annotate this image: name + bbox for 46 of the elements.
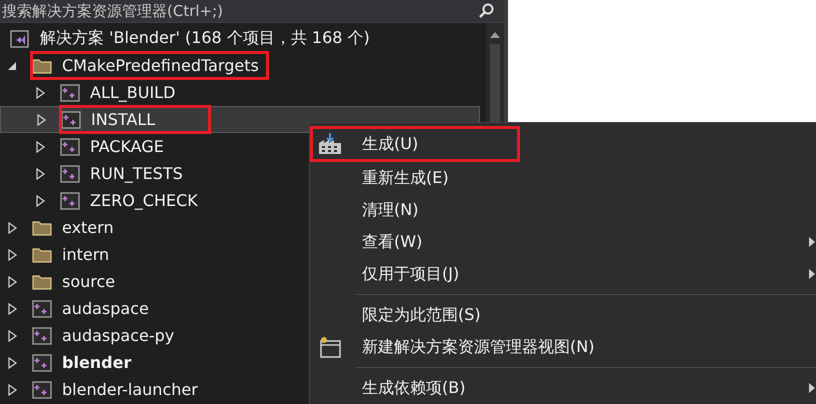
menu-item[interactable]: 限定为此范围(S)	[310, 299, 815, 331]
collapsed-arrow-icon[interactable]	[35, 114, 47, 126]
collapsed-arrow-icon[interactable]	[6, 222, 18, 234]
collapsed-arrow-icon[interactable]	[6, 384, 18, 396]
project-icon	[60, 164, 80, 182]
solution-icon	[10, 30, 30, 48]
menu-item[interactable]: 查看(W)	[310, 226, 815, 258]
tree-item[interactable]: CMakePredefinedTargets	[0, 52, 480, 79]
collapsed-arrow-icon[interactable]	[34, 86, 46, 98]
submenu-arrow-icon	[809, 383, 815, 393]
collapsed-arrow-icon[interactable]	[34, 194, 46, 206]
search-field[interactable]: 搜索解决方案资源管理器(Ctrl+;)	[2, 2, 402, 20]
project-icon	[32, 300, 52, 318]
submenu-arrow-icon	[809, 269, 815, 279]
project-icon	[60, 84, 80, 102]
collapsed-arrow-icon[interactable]	[6, 248, 18, 260]
menu-item[interactable]: 新建解决方案资源管理器视图(N)	[310, 331, 815, 363]
menu-item[interactable]: 重新生成(E)	[310, 162, 815, 194]
menu-item[interactable]: 清理(N)	[310, 194, 815, 226]
collapsed-arrow-icon[interactable]	[6, 330, 18, 342]
collapsed-arrow-icon[interactable]	[6, 276, 18, 288]
folder-icon	[32, 246, 52, 264]
collapsed-arrow-icon[interactable]	[6, 302, 18, 314]
scroll-up-icon[interactable]	[490, 31, 500, 38]
search-icon[interactable]	[478, 3, 496, 19]
menu-item[interactable]: 仅用于项目(J)	[310, 258, 815, 290]
project-icon	[32, 380, 52, 398]
build-icon	[318, 133, 342, 155]
project-icon	[32, 326, 52, 344]
project-icon	[60, 192, 80, 210]
search-box[interactable]: 搜索解决方案资源管理器(Ctrl+;)	[0, 0, 504, 23]
collapsed-arrow-icon[interactable]	[34, 168, 46, 180]
new-window-icon	[318, 336, 342, 358]
project-icon	[60, 138, 80, 156]
collapsed-arrow-icon[interactable]	[34, 140, 46, 152]
tree-item[interactable]: ALL_BUILD	[0, 79, 480, 106]
project-icon	[61, 110, 81, 128]
collapsed-arrow-icon[interactable]	[6, 356, 18, 368]
menu-item[interactable]: 生成依赖项(B)	[310, 372, 815, 404]
expanded-arrow-icon[interactable]	[6, 60, 18, 72]
project-icon	[32, 354, 52, 372]
folder-icon	[32, 218, 52, 236]
folder-icon	[32, 56, 52, 74]
folder-icon	[32, 272, 52, 290]
solution-item[interactable]: 解决方案 'Blender' (168 个项目，共 168 个)	[0, 25, 480, 52]
submenu-arrow-icon	[809, 237, 815, 247]
